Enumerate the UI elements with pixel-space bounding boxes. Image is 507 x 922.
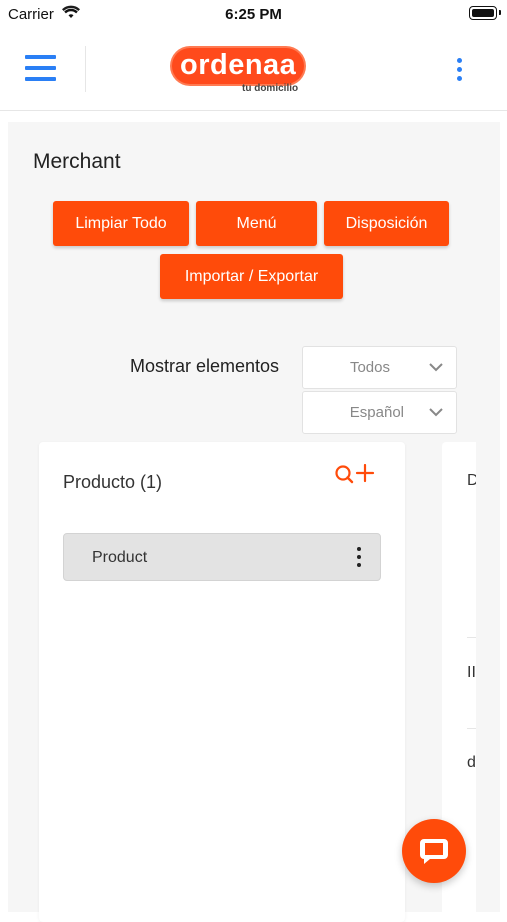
menu-button[interactable]: Menú xyxy=(196,201,317,246)
app-header: ordenaa tu domicilio xyxy=(0,28,507,111)
battery-icon xyxy=(469,6,501,20)
status-bar: Carrier 6:25 PM xyxy=(0,0,507,28)
peek-text: II xyxy=(467,664,476,681)
divider xyxy=(467,637,476,638)
header-divider xyxy=(85,46,86,92)
language-value: Español xyxy=(349,404,404,421)
more-options-icon[interactable] xyxy=(357,547,362,569)
clear-all-button[interactable]: Limpiar Todo xyxy=(53,201,189,246)
logo-tagline: tu domicilio xyxy=(242,83,299,94)
show-items-value: Todos xyxy=(349,359,390,376)
app-logo: ordenaa tu domicilio xyxy=(172,48,312,98)
peek-text: d xyxy=(467,754,476,771)
chat-button[interactable] xyxy=(402,819,466,883)
chevron-down-icon xyxy=(428,404,444,425)
kebab-icon[interactable] xyxy=(457,58,463,82)
show-items-select[interactable]: Todos xyxy=(302,346,457,389)
layout-button[interactable]: Disposición xyxy=(324,201,449,246)
main-content: Merchant Limpiar Todo Menú Disposición I… xyxy=(8,122,500,922)
divider xyxy=(467,728,476,729)
logo-wordmark: ordenaa xyxy=(172,48,305,84)
peek-text: D xyxy=(467,472,476,489)
product-card: Producto (1) Product xyxy=(39,442,405,922)
import-export-button[interactable]: Importar / Exportar xyxy=(160,254,343,299)
search-add-icon[interactable] xyxy=(334,463,376,486)
chevron-down-icon xyxy=(428,359,444,380)
hamburger-icon[interactable] xyxy=(25,55,56,81)
clock: 6:25 PM xyxy=(225,6,282,23)
product-name: Product xyxy=(92,549,148,566)
chat-icon xyxy=(420,839,448,864)
page-title: Merchant xyxy=(33,150,121,173)
language-select[interactable]: Español xyxy=(302,391,457,434)
list-item[interactable]: Product xyxy=(63,533,381,581)
product-card-title: Producto (1) xyxy=(63,472,163,492)
show-items-label: Mostrar elementos xyxy=(130,356,280,376)
